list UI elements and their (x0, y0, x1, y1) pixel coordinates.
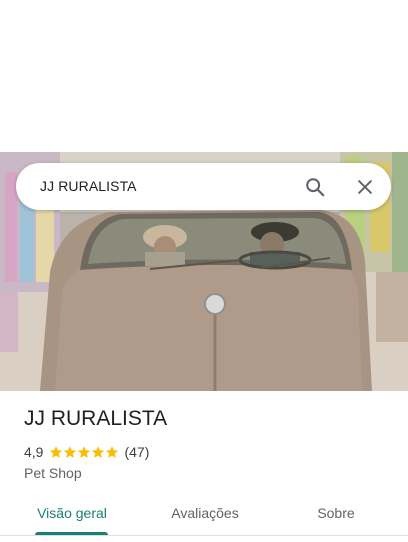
search-input[interactable]: JJ RURALISTA (40, 178, 137, 194)
review-count[interactable]: (47) (124, 444, 149, 460)
star-icon (64, 446, 77, 458)
star-icon (92, 446, 105, 458)
tab-label: Avaliações (171, 505, 239, 521)
tab-about[interactable]: Sobre (300, 495, 372, 531)
tab-label: Sobre (317, 505, 355, 521)
tab-bar: Visão geral Avaliações Sobre (0, 495, 408, 535)
tab-overview[interactable]: Visão geral (25, 495, 119, 531)
star-rating (49, 445, 119, 459)
star-icon (50, 446, 63, 458)
map-blank-area (0, 0, 408, 152)
close-icon[interactable] (351, 173, 379, 201)
place-category: Pet Shop (24, 465, 82, 481)
tab-label: Visão geral (37, 505, 107, 521)
search-bar[interactable]: JJ RURALISTA (16, 163, 391, 210)
star-icon (106, 446, 119, 458)
rating-value: 4,9 (24, 444, 44, 460)
rating-row[interactable]: 4,9 (47) (24, 444, 149, 460)
search-icon[interactable] (301, 173, 329, 201)
tab-reviews[interactable]: Avaliações (158, 495, 252, 531)
tab-divider (0, 535, 408, 536)
star-icon (78, 446, 91, 458)
place-title: JJ RURALISTA (24, 407, 168, 430)
